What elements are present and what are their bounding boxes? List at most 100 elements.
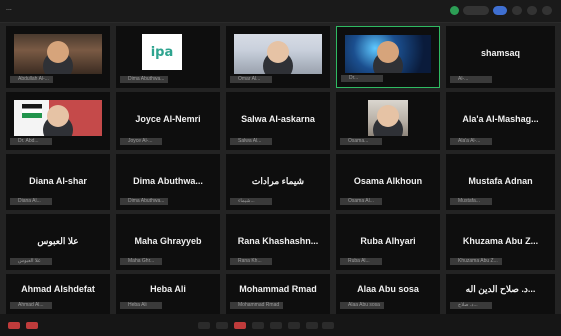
participant-name: Mustafa Adnan — [468, 176, 533, 186]
participant-face — [267, 41, 289, 63]
participant-tile-21[interactable]: Ahmad Alshdefat Ahmad Al... — [6, 274, 110, 314]
participant-tile-18[interactable]: Rana Khashashn... Rana Kh... — [226, 214, 330, 270]
participant-tile-13[interactable]: شيماء مرادات شيماء... — [226, 154, 330, 210]
participant-video — [234, 34, 322, 74]
meeting-window: ... Abdullah Al-... ipa Dima Abuthwa... … — [0, 0, 561, 336]
participant-nametag: Diana Al... — [10, 198, 52, 205]
participant-video — [368, 100, 408, 136]
meeting-timer — [463, 6, 489, 15]
participant-nametag: Mohammad Rmad — [230, 302, 284, 309]
participant-nametag: د. صلاح... — [450, 302, 492, 309]
participant-name: Osama Alkhoun — [353, 176, 423, 186]
participant-name: د. صلاح الدين اله... — [465, 284, 536, 294]
window-top-bar: ... — [0, 0, 561, 23]
participant-nametag: Dr. Abd... — [10, 138, 52, 145]
participant-tile-16[interactable]: علا العبوس علا العبوس — [6, 214, 110, 270]
share-screen-icon[interactable] — [234, 322, 246, 329]
participant-name: شيماء مرادات — [251, 176, 305, 186]
participant-nametag: Dr... — [341, 75, 383, 82]
participant-tile-24[interactable]: Alaa Abu sosa Alaa Abu sosa — [336, 274, 440, 314]
chat-icon[interactable] — [216, 322, 228, 329]
participant-name: Ruba Alhyari — [360, 236, 416, 246]
participant-nametag: Omar Al... — [230, 76, 272, 83]
participant-face — [47, 41, 69, 63]
participant-name: Dima Abuthwa... — [133, 176, 203, 186]
video-off-icon[interactable] — [26, 322, 38, 329]
participant-name: Diana Al-shar — [29, 176, 87, 186]
participant-video — [345, 35, 431, 73]
participant-tile-7[interactable]: Joyce Al-Nemri Joyce Al-... — [116, 92, 220, 150]
participant-name: Heba Ali — [150, 284, 186, 294]
participant-nametag: Dima Abuthwa... — [120, 76, 169, 83]
participant-nametag: Joyce Al-... — [120, 138, 162, 145]
participant-nametag: Abdullah Al-... — [10, 76, 53, 83]
minimize-icon[interactable] — [512, 6, 522, 15]
window-title: ... — [6, 5, 12, 12]
leave-button[interactable] — [322, 322, 334, 329]
participant-tile-2[interactable]: ipa Dima Abuthwa... — [116, 26, 220, 88]
close-icon[interactable] — [542, 6, 552, 15]
participant-tile-1[interactable]: Abdullah Al-... — [6, 26, 110, 88]
participant-tile-4-active-speaker[interactable]: Dr... — [336, 26, 440, 88]
maximize-icon[interactable] — [527, 6, 537, 15]
participant-tile-25[interactable]: د. صلاح الدين اله... د. صلاح... — [446, 274, 555, 314]
participant-tile-5[interactable]: shamsaq Al-... — [446, 26, 555, 88]
participant-nametag: Ala'a Al-... — [450, 138, 492, 145]
participant-tile-15[interactable]: Mustafa Adnan Mustafa... — [446, 154, 555, 210]
participant-tile-17[interactable]: Maha Ghrayyeb Maha Ghr... — [116, 214, 220, 270]
participant-tile-20[interactable]: Khuzama Abu Z... Khuzama Abu Z... — [446, 214, 555, 270]
participant-name: علا العبوس — [37, 236, 79, 246]
participant-name: Alaa Abu sosa — [357, 284, 419, 294]
participant-tile-9[interactable]: Osama... — [336, 92, 440, 150]
participant-name: Ahmad Alshdefat — [21, 284, 95, 294]
view-button[interactable] — [493, 6, 507, 15]
participant-nametag: Khuzama Abu Z... — [450, 258, 502, 265]
participant-nametag: Alaa Abu sosa — [340, 302, 384, 309]
participant-nametag: Heba Ali — [120, 302, 162, 309]
participant-nametag: Mustafa... — [450, 198, 492, 205]
logo-glyph: ipa — [150, 44, 174, 60]
participant-tile-12[interactable]: Dima Abuthwa... Dima Abuthwa... — [116, 154, 220, 210]
participants-icon[interactable] — [198, 322, 210, 329]
participant-nametag: Osama Al... — [340, 198, 382, 205]
organization-logo: ipa — [142, 34, 182, 70]
recording-indicator-icon — [450, 6, 459, 15]
participant-nametag: Dima Abuthwa... — [120, 198, 169, 205]
participant-tile-8[interactable]: Salwa Al-askarna Salwa Al... — [226, 92, 330, 150]
participant-name: Salwa Al-askarna — [241, 114, 315, 124]
participant-name: Mohammad Rmad — [239, 284, 317, 294]
mute-icon[interactable] — [8, 322, 20, 329]
participant-tile-6[interactable]: Dr. Abd... — [6, 92, 110, 150]
participant-face — [377, 41, 399, 64]
participant-name: shamsaq — [480, 48, 521, 58]
participant-video — [14, 34, 102, 74]
participant-tile-23[interactable]: Mohammad Rmad Mohammad Rmad — [226, 274, 330, 314]
participant-nametag: شيماء... — [230, 198, 272, 205]
participant-tile-19[interactable]: Ruba Alhyari Ruba Al... — [336, 214, 440, 270]
participant-nametag: Al-... — [450, 76, 492, 83]
participant-face — [377, 105, 399, 128]
participant-nametag: Maha Ghr... — [120, 258, 162, 265]
participant-name: Khuzama Abu Z... — [462, 236, 539, 246]
participant-video — [14, 100, 102, 136]
reactions-icon[interactable] — [270, 322, 282, 329]
participant-nametag: Rana Kh... — [230, 258, 272, 265]
participant-name: Ala'a Al-Mashag... — [462, 114, 539, 124]
participant-tile-22[interactable]: Heba Ali Heba Ali — [116, 274, 220, 314]
participant-nametag: Ahmad Al... — [10, 302, 52, 309]
meeting-toolbar — [0, 314, 561, 336]
participant-tile-3[interactable]: Omar Al... — [226, 26, 330, 88]
more-icon[interactable] — [306, 322, 318, 329]
participant-tile-14[interactable]: Osama Alkhoun Osama Al... — [336, 154, 440, 210]
participant-name: Joyce Al-Nemri — [135, 114, 201, 124]
record-icon[interactable] — [252, 322, 264, 329]
participant-nametag: Salwa Al... — [230, 138, 272, 145]
participant-tile-11[interactable]: Diana Al-shar Diana Al... — [6, 154, 110, 210]
apps-icon[interactable] — [288, 322, 300, 329]
participant-name: Rana Khashashn... — [237, 236, 319, 246]
participant-nametag: Ruba Al... — [340, 258, 382, 265]
participant-nametag: علا العبوس — [10, 258, 52, 265]
participant-tile-10[interactable]: Ala'a Al-Mashag... Ala'a Al-... — [446, 92, 555, 150]
participant-face — [47, 105, 69, 128]
participant-name: Maha Ghrayyeb — [134, 236, 202, 246]
